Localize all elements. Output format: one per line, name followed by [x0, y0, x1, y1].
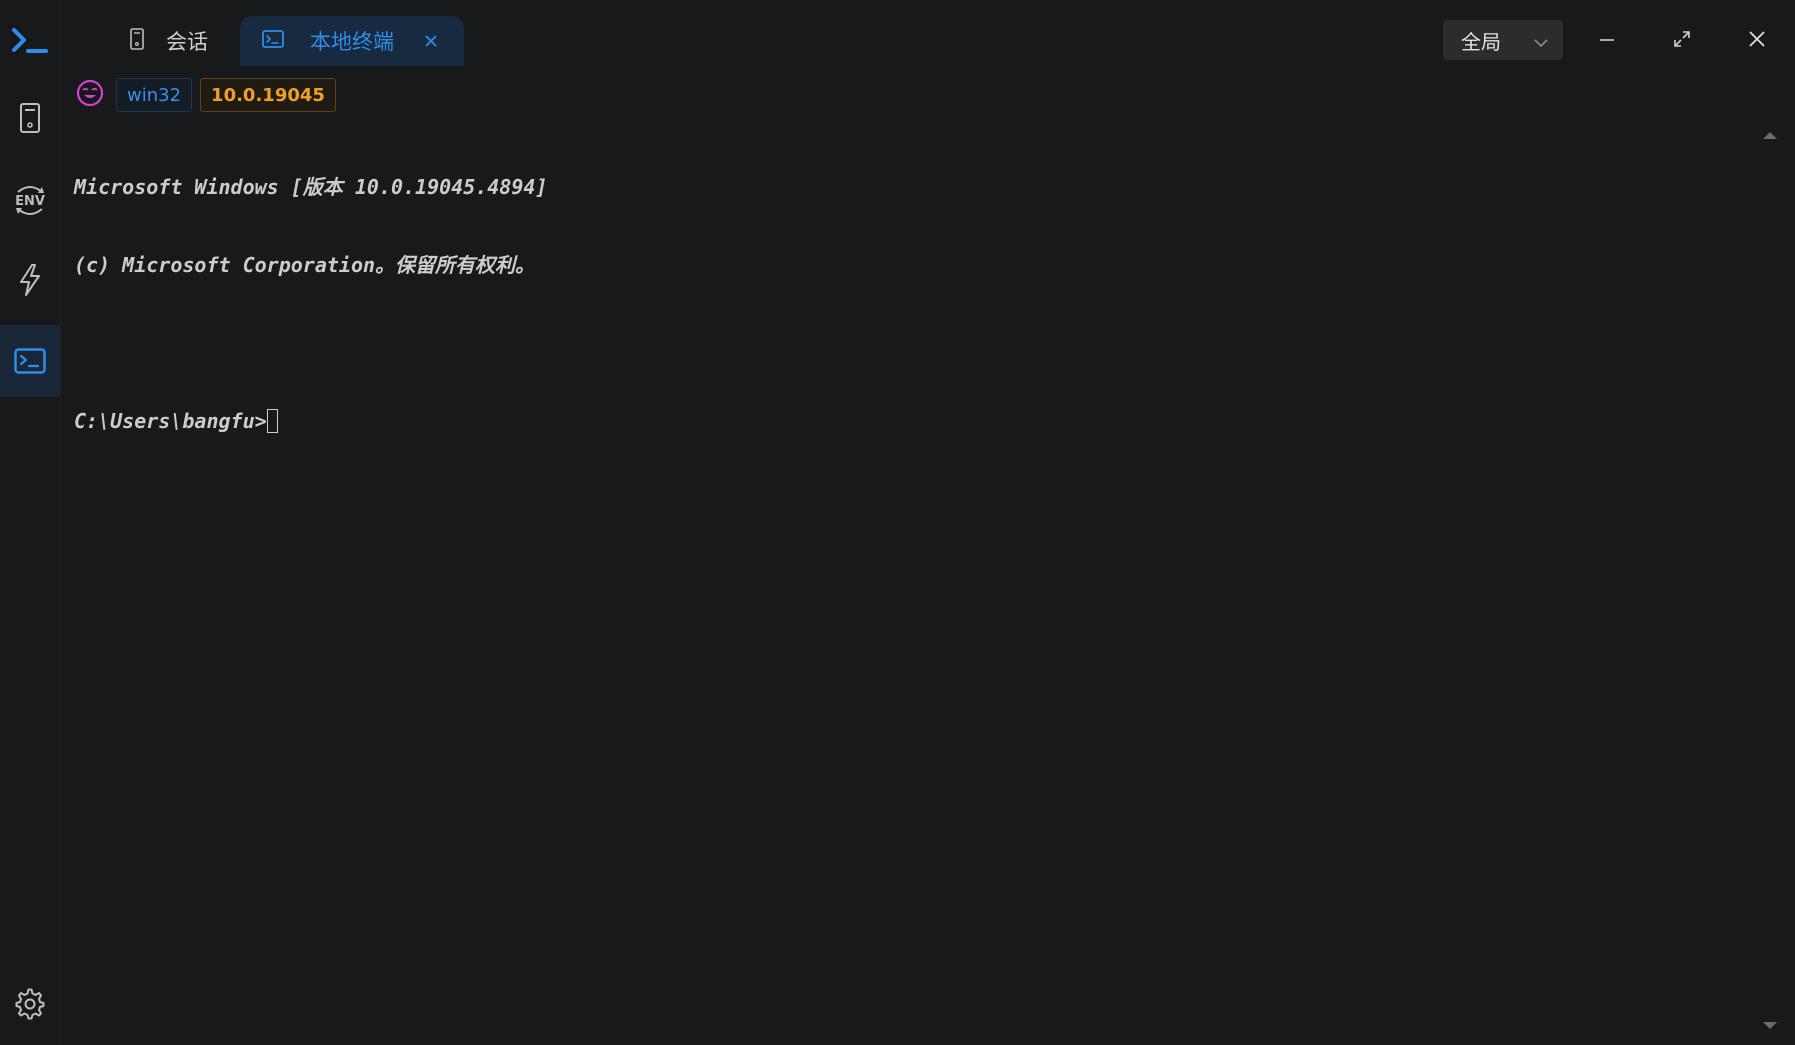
tab-label: 本地终端: [310, 30, 394, 54]
close-icon: [1749, 31, 1765, 47]
sidebar-item-quick-commands[interactable]: [0, 244, 60, 316]
terminal-icon: [14, 348, 46, 374]
terminal-icon: [262, 29, 284, 53]
chevron-down-icon: [1533, 32, 1549, 56]
terminal-prompt-line: C:\Users\bangfu>: [74, 408, 1735, 434]
server-icon: [130, 27, 144, 55]
sidebar: ENV: [0, 0, 61, 1045]
tab-local-terminal[interactable]: 本地终端: [240, 16, 464, 66]
terminal-line: (c) Microsoft Corporation。保留所有权利。: [74, 253, 536, 277]
env-icon: ENV: [15, 186, 45, 215]
scope-select[interactable]: 全局: [1443, 20, 1563, 60]
platform-badge: win32: [116, 78, 193, 112]
version-badge: 10.0.19045: [200, 78, 336, 112]
close-window-button[interactable]: [1732, 16, 1782, 62]
settings-button[interactable]: [0, 968, 60, 1040]
minimize-button[interactable]: [1582, 16, 1632, 62]
close-tab-icon[interactable]: [424, 29, 438, 53]
lightning-icon: [20, 264, 40, 296]
terminal-info-bar: win32 10.0.19045: [76, 78, 336, 112]
svg-text:ENV: ENV: [15, 194, 45, 209]
sidebar-item-local-terminal[interactable]: [0, 325, 60, 397]
tab-sessions[interactable]: 会话: [120, 16, 240, 66]
terminal-output[interactable]: Microsoft Windows [版本 10.0.19045.4894] (…: [74, 122, 1735, 1025]
terminal-cursor: [266, 409, 278, 433]
sidebar-item-sessions[interactable]: [0, 82, 60, 154]
maximize-button[interactable]: [1657, 16, 1707, 62]
scroll-up-arrow-icon[interactable]: [1763, 132, 1777, 139]
server-icon: [20, 103, 40, 133]
sidebar-item-env[interactable]: ENV: [0, 164, 60, 236]
minimize-icon: [1600, 39, 1614, 41]
terminal-line: Microsoft Windows [版本 10.0.19045.4894]: [74, 175, 548, 199]
scroll-down-arrow-icon[interactable]: [1763, 1022, 1777, 1029]
scope-select-value: 全局: [1461, 29, 1501, 54]
emoji-icon: [76, 79, 104, 111]
gear-icon: [15, 988, 45, 1020]
tab-label: 会话: [166, 30, 208, 54]
terminal-prompt: C:\Users\bangfu>: [74, 409, 267, 433]
maximize-icon: [1674, 31, 1690, 47]
app-logo-icon: [0, 4, 60, 76]
